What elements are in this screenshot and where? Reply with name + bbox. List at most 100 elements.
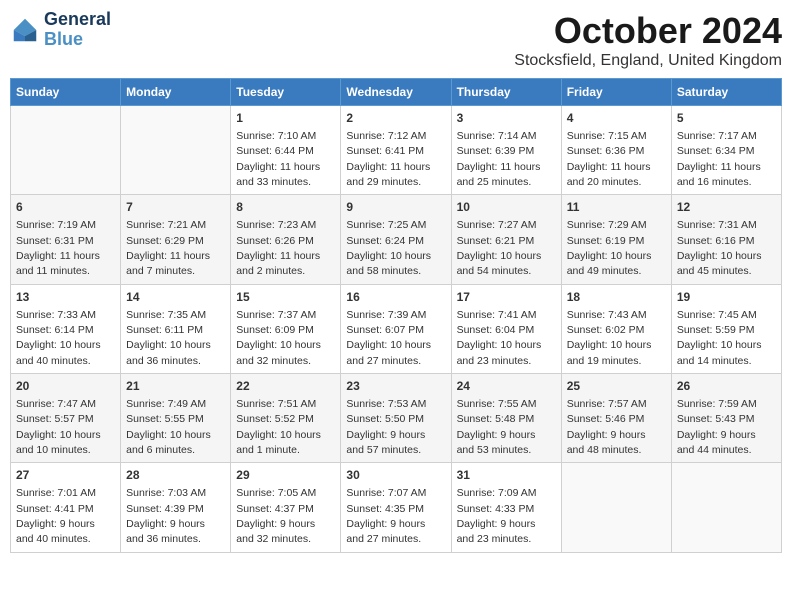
cell-daylight: Daylight: 10 hours and 6 minutes. [126, 429, 211, 456]
cell-sunset: Sunset: 5:55 PM [126, 413, 204, 425]
cell-sunset: Sunset: 4:39 PM [126, 503, 204, 515]
calendar-cell: 5 Sunrise: 7:17 AM Sunset: 6:34 PM Dayli… [671, 106, 781, 195]
day-number: 17 [457, 289, 556, 306]
calendar-body: 1 Sunrise: 7:10 AM Sunset: 6:44 PM Dayli… [11, 106, 782, 553]
cell-sunset: Sunset: 6:36 PM [567, 145, 645, 157]
calendar-cell: 31 Sunrise: 7:09 AM Sunset: 4:33 PM Dayl… [451, 463, 561, 552]
calendar-cell: 29 Sunrise: 7:05 AM Sunset: 4:37 PM Dayl… [231, 463, 341, 552]
cell-daylight: Daylight: 11 hours and 25 minutes. [457, 161, 541, 188]
cell-sunset: Sunset: 6:11 PM [126, 324, 203, 336]
day-number: 10 [457, 199, 556, 216]
day-number: 8 [236, 199, 335, 216]
cell-daylight: Daylight: 10 hours and 58 minutes. [346, 250, 431, 277]
day-number: 3 [457, 110, 556, 127]
cell-daylight: Daylight: 9 hours and 57 minutes. [346, 429, 425, 456]
cell-sunrise: Sunrise: 7:03 AM [126, 487, 206, 499]
cell-daylight: Daylight: 10 hours and 19 minutes. [567, 339, 652, 366]
cell-sunset: Sunset: 6:31 PM [16, 235, 94, 247]
calendar-week-row: 1 Sunrise: 7:10 AM Sunset: 6:44 PM Dayli… [11, 106, 782, 195]
cell-sunset: Sunset: 6:09 PM [236, 324, 314, 336]
calendar-cell: 21 Sunrise: 7:49 AM Sunset: 5:55 PM Dayl… [121, 374, 231, 463]
cell-daylight: Daylight: 10 hours and 10 minutes. [16, 429, 101, 456]
cell-daylight: Daylight: 10 hours and 23 minutes. [457, 339, 542, 366]
cell-daylight: Daylight: 10 hours and 14 minutes. [677, 339, 762, 366]
calendar-cell: 17 Sunrise: 7:41 AM Sunset: 6:04 PM Dayl… [451, 284, 561, 373]
cell-sunrise: Sunrise: 7:53 AM [346, 398, 426, 410]
cell-sunset: Sunset: 4:35 PM [346, 503, 424, 515]
calendar-cell [11, 106, 121, 195]
month-title: October 2024 [514, 10, 782, 52]
cell-sunset: Sunset: 5:43 PM [677, 413, 755, 425]
calendar-cell: 20 Sunrise: 7:47 AM Sunset: 5:57 PM Dayl… [11, 374, 121, 463]
cell-sunrise: Sunrise: 7:09 AM [457, 487, 537, 499]
calendar-cell: 6 Sunrise: 7:19 AM Sunset: 6:31 PM Dayli… [11, 195, 121, 284]
calendar-cell: 16 Sunrise: 7:39 AM Sunset: 6:07 PM Dayl… [341, 284, 451, 373]
cell-sunrise: Sunrise: 7:59 AM [677, 398, 757, 410]
calendar-week-row: 13 Sunrise: 7:33 AM Sunset: 6:14 PM Dayl… [11, 284, 782, 373]
cell-sunrise: Sunrise: 7:49 AM [126, 398, 206, 410]
calendar-week-row: 20 Sunrise: 7:47 AM Sunset: 5:57 PM Dayl… [11, 374, 782, 463]
day-number: 20 [16, 378, 115, 395]
day-number: 5 [677, 110, 776, 127]
cell-sunrise: Sunrise: 7:10 AM [236, 130, 316, 142]
cell-daylight: Daylight: 9 hours and 48 minutes. [567, 429, 646, 456]
cell-sunset: Sunset: 6:44 PM [236, 145, 314, 157]
col-wednesday: Wednesday [341, 79, 451, 106]
cell-sunset: Sunset: 5:59 PM [677, 324, 755, 336]
cell-sunset: Sunset: 4:33 PM [457, 503, 535, 515]
cell-sunrise: Sunrise: 7:27 AM [457, 219, 537, 231]
cell-sunset: Sunset: 6:39 PM [457, 145, 535, 157]
calendar-cell: 30 Sunrise: 7:07 AM Sunset: 4:35 PM Dayl… [341, 463, 451, 552]
day-number: 18 [567, 289, 666, 306]
cell-sunset: Sunset: 5:46 PM [567, 413, 645, 425]
col-friday: Friday [561, 79, 671, 106]
cell-daylight: Daylight: 9 hours and 27 minutes. [346, 518, 425, 545]
cell-sunset: Sunset: 6:24 PM [346, 235, 424, 247]
calendar-cell: 26 Sunrise: 7:59 AM Sunset: 5:43 PM Dayl… [671, 374, 781, 463]
cell-daylight: Daylight: 10 hours and 36 minutes. [126, 339, 211, 366]
day-number: 14 [126, 289, 225, 306]
calendar-cell: 19 Sunrise: 7:45 AM Sunset: 5:59 PM Dayl… [671, 284, 781, 373]
cell-daylight: Daylight: 11 hours and 11 minutes. [16, 250, 100, 277]
cell-sunrise: Sunrise: 7:31 AM [677, 219, 757, 231]
cell-sunrise: Sunrise: 7:45 AM [677, 309, 757, 321]
cell-sunrise: Sunrise: 7:17 AM [677, 130, 757, 142]
day-number: 9 [346, 199, 445, 216]
calendar-cell: 25 Sunrise: 7:57 AM Sunset: 5:46 PM Dayl… [561, 374, 671, 463]
cell-daylight: Daylight: 9 hours and 40 minutes. [16, 518, 95, 545]
location-title: Stocksfield, England, United Kingdom [514, 52, 782, 70]
cell-sunrise: Sunrise: 7:35 AM [126, 309, 206, 321]
cell-sunrise: Sunrise: 7:25 AM [346, 219, 426, 231]
day-number: 30 [346, 467, 445, 484]
cell-sunrise: Sunrise: 7:15 AM [567, 130, 647, 142]
cell-sunrise: Sunrise: 7:55 AM [457, 398, 537, 410]
cell-sunset: Sunset: 6:02 PM [567, 324, 645, 336]
cell-sunrise: Sunrise: 7:43 AM [567, 309, 647, 321]
day-number: 19 [677, 289, 776, 306]
day-number: 26 [677, 378, 776, 395]
header-row: Sunday Monday Tuesday Wednesday Thursday… [11, 79, 782, 106]
cell-daylight: Daylight: 10 hours and 27 minutes. [346, 339, 431, 366]
day-number: 7 [126, 199, 225, 216]
page-header: General Blue October 2024 Stocksfield, E… [10, 10, 782, 70]
cell-sunrise: Sunrise: 7:47 AM [16, 398, 96, 410]
cell-sunset: Sunset: 5:48 PM [457, 413, 535, 425]
logo-text: General Blue [44, 10, 111, 50]
calendar-cell: 10 Sunrise: 7:27 AM Sunset: 6:21 PM Dayl… [451, 195, 561, 284]
calendar-cell: 8 Sunrise: 7:23 AM Sunset: 6:26 PM Dayli… [231, 195, 341, 284]
cell-sunset: Sunset: 6:41 PM [346, 145, 424, 157]
day-number: 6 [16, 199, 115, 216]
cell-sunset: Sunset: 5:52 PM [236, 413, 314, 425]
day-number: 12 [677, 199, 776, 216]
calendar-week-row: 27 Sunrise: 7:01 AM Sunset: 4:41 PM Dayl… [11, 463, 782, 552]
cell-sunrise: Sunrise: 7:01 AM [16, 487, 96, 499]
col-sunday: Sunday [11, 79, 121, 106]
calendar-cell: 24 Sunrise: 7:55 AM Sunset: 5:48 PM Dayl… [451, 374, 561, 463]
day-number: 11 [567, 199, 666, 216]
cell-daylight: Daylight: 9 hours and 44 minutes. [677, 429, 756, 456]
title-block: October 2024 Stocksfield, England, Unite… [514, 10, 782, 70]
cell-sunset: Sunset: 4:37 PM [236, 503, 314, 515]
cell-sunset: Sunset: 6:19 PM [567, 235, 645, 247]
cell-daylight: Daylight: 11 hours and 33 minutes. [236, 161, 320, 188]
cell-daylight: Daylight: 9 hours and 23 minutes. [457, 518, 536, 545]
